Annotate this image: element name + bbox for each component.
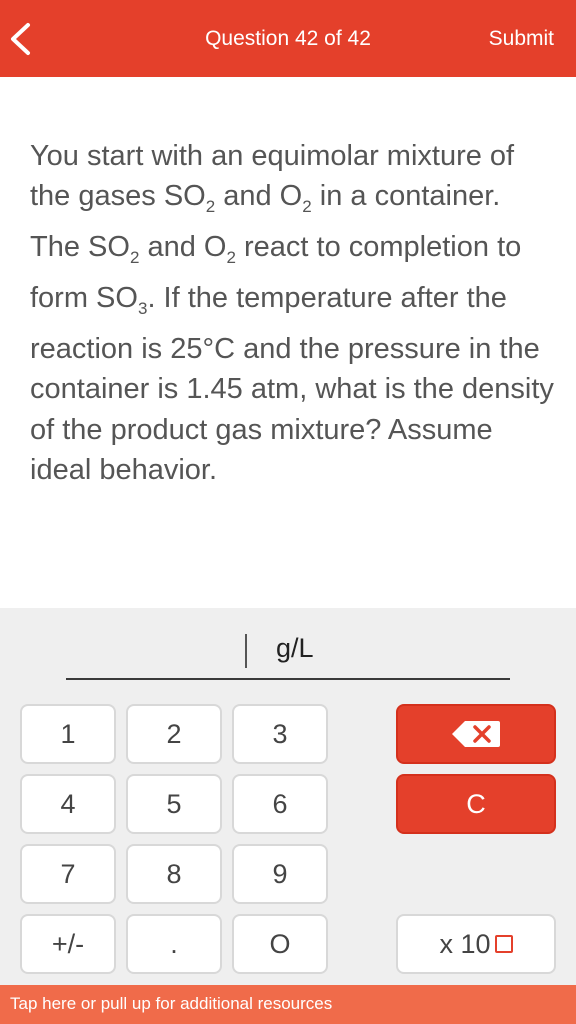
key-7[interactable]: 7 bbox=[20, 844, 116, 904]
plus-minus-key[interactable]: +/- bbox=[20, 914, 116, 974]
times-ten-button[interactable]: x 10 bbox=[396, 914, 556, 974]
answer-input[interactable]: g/L bbox=[66, 628, 510, 680]
backspace-icon bbox=[452, 721, 500, 747]
backspace-button[interactable] bbox=[396, 704, 556, 764]
answer-unit: g/L bbox=[276, 633, 314, 663]
text-cursor bbox=[245, 634, 247, 668]
key-2[interactable]: 2 bbox=[126, 704, 222, 764]
key-3[interactable]: 3 bbox=[232, 704, 328, 764]
key-8[interactable]: 8 bbox=[126, 844, 222, 904]
exponent-box-icon bbox=[494, 935, 513, 953]
resources-bar[interactable]: Tap here or pull up for additional resou… bbox=[0, 985, 576, 1024]
question-text: You start with an equimolar mixture of t… bbox=[30, 140, 554, 486]
key-0[interactable]: O bbox=[232, 914, 328, 974]
key-6[interactable]: 6 bbox=[232, 774, 328, 834]
resources-label: Tap here or pull up for additional resou… bbox=[10, 994, 333, 1013]
decimal-key[interactable]: . bbox=[126, 914, 222, 974]
clear-button[interactable]: C bbox=[396, 774, 556, 834]
header-bar: Question 42 of 42 Submit bbox=[0, 0, 576, 77]
key-4[interactable]: 4 bbox=[20, 774, 116, 834]
key-9[interactable]: 9 bbox=[232, 844, 328, 904]
answer-area: g/L 1 2 3 4 5 6 7 8 9 +/- . O C x 10 bbox=[0, 608, 576, 985]
submit-button[interactable]: Submit bbox=[489, 27, 554, 51]
key-1[interactable]: 1 bbox=[20, 704, 116, 764]
key-5[interactable]: 5 bbox=[126, 774, 222, 834]
times-ten-label: x 10 bbox=[439, 928, 491, 959]
